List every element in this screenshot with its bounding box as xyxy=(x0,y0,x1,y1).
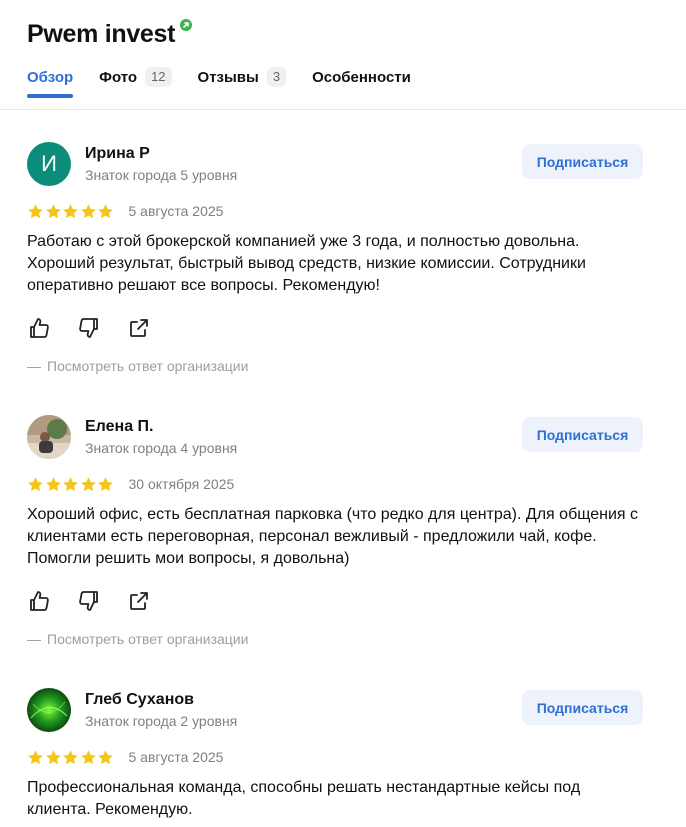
review-text: Работаю с этой брокерской компанией уже … xyxy=(27,233,586,294)
star-icon xyxy=(98,203,113,218)
star-icon xyxy=(28,203,43,218)
thumb-down-icon[interactable] xyxy=(77,589,101,613)
tab-reviews-count: 3 xyxy=(266,67,287,87)
tab-photos-label: Фото xyxy=(99,68,138,86)
review-card: Глеб Суханов Знаток города 2 уровня Подп… xyxy=(27,688,647,827)
rating-row: 30 октября 2025 xyxy=(27,475,234,493)
thumb-down-icon[interactable] xyxy=(77,316,101,340)
star-icon xyxy=(45,203,61,218)
avatar[interactable] xyxy=(27,415,71,459)
avatar[interactable]: И xyxy=(27,142,71,186)
review-date: 30 октября 2025 xyxy=(128,476,235,492)
star-icon xyxy=(28,476,43,491)
author-name[interactable]: Ирина Р xyxy=(85,145,150,163)
org-reply-link[interactable]: — Посмотреть ответ организации xyxy=(27,358,248,374)
share-icon[interactable] xyxy=(127,589,151,613)
rating-row: 5 августа 2025 xyxy=(27,748,223,766)
review-text: Профессиональная команда, способны решат… xyxy=(27,779,581,818)
review-actions xyxy=(27,589,177,613)
thumb-up-icon[interactable] xyxy=(27,589,51,613)
star-icon xyxy=(80,476,96,491)
subscribe-button[interactable]: Подписаться xyxy=(522,144,643,179)
star-icon xyxy=(45,476,61,491)
review-text: Хороший офис, есть бесплатная парковка (… xyxy=(27,506,638,567)
tabs-divider xyxy=(0,109,686,110)
subscribe-button[interactable]: Подписаться xyxy=(522,690,643,725)
tab-features[interactable]: Особенности xyxy=(312,64,411,90)
star-icon xyxy=(28,749,43,764)
tab-reviews[interactable]: Отзывы 3 xyxy=(198,64,287,90)
review-card: И Ирина Р Знаток города 5 уровня Подписа… xyxy=(27,142,647,382)
star-icon xyxy=(80,749,96,764)
author-level: Знаток города 4 уровня xyxy=(85,440,238,456)
star-icon xyxy=(63,749,78,764)
tab-overview[interactable]: Обзор xyxy=(27,64,74,98)
star-rating xyxy=(27,749,115,766)
star-rating xyxy=(27,203,115,220)
review-card: Елена П. Знаток города 4 уровня Подписат… xyxy=(27,415,647,655)
author-level: Знаток города 5 уровня xyxy=(85,167,238,183)
verified-arrow-icon xyxy=(180,19,193,31)
star-icon xyxy=(63,203,78,218)
org-header: Pwem invest xyxy=(27,14,193,54)
rating-row: 5 августа 2025 xyxy=(27,202,223,220)
review-date: 5 августа 2025 xyxy=(128,203,224,219)
tabs: Обзор Фото 12 Отзывы 3 Особенности xyxy=(27,64,437,98)
review-date: 5 августа 2025 xyxy=(128,749,224,765)
org-reply-label: Посмотреть ответ организации xyxy=(47,358,249,374)
avatar[interactable] xyxy=(27,688,71,732)
author-name[interactable]: Глеб Суханов xyxy=(85,691,194,709)
star-icon xyxy=(98,749,113,764)
subscribe-button[interactable]: Подписаться xyxy=(522,417,643,452)
star-icon xyxy=(63,476,78,491)
star-icon xyxy=(80,203,96,218)
org-reply-link[interactable]: — Посмотреть ответ организации xyxy=(27,631,248,647)
org-reply-label: Посмотреть ответ организации xyxy=(47,631,249,647)
tab-overview-label: Обзор xyxy=(27,68,74,86)
share-icon[interactable] xyxy=(127,316,151,340)
tab-photos-count: 12 xyxy=(145,67,172,87)
tab-reviews-label: Отзывы xyxy=(197,68,259,86)
review-actions xyxy=(27,316,177,340)
dash: — xyxy=(27,358,41,374)
tab-features-label: Особенности xyxy=(312,68,411,86)
tab-photos[interactable]: Фото 12 xyxy=(99,64,172,90)
author-name[interactable]: Елена П. xyxy=(85,418,153,436)
org-title: Pwem invest xyxy=(27,19,176,48)
star-icon xyxy=(45,749,61,764)
thumb-up-icon[interactable] xyxy=(27,316,51,340)
author-level: Знаток города 2 уровня xyxy=(85,713,238,729)
star-rating xyxy=(27,476,115,493)
star-icon xyxy=(98,476,113,491)
org-reviews-page: Pwem invest Обзор Фото 12 Отзывы 3 Особе… xyxy=(0,0,686,827)
dash: — xyxy=(27,631,41,647)
